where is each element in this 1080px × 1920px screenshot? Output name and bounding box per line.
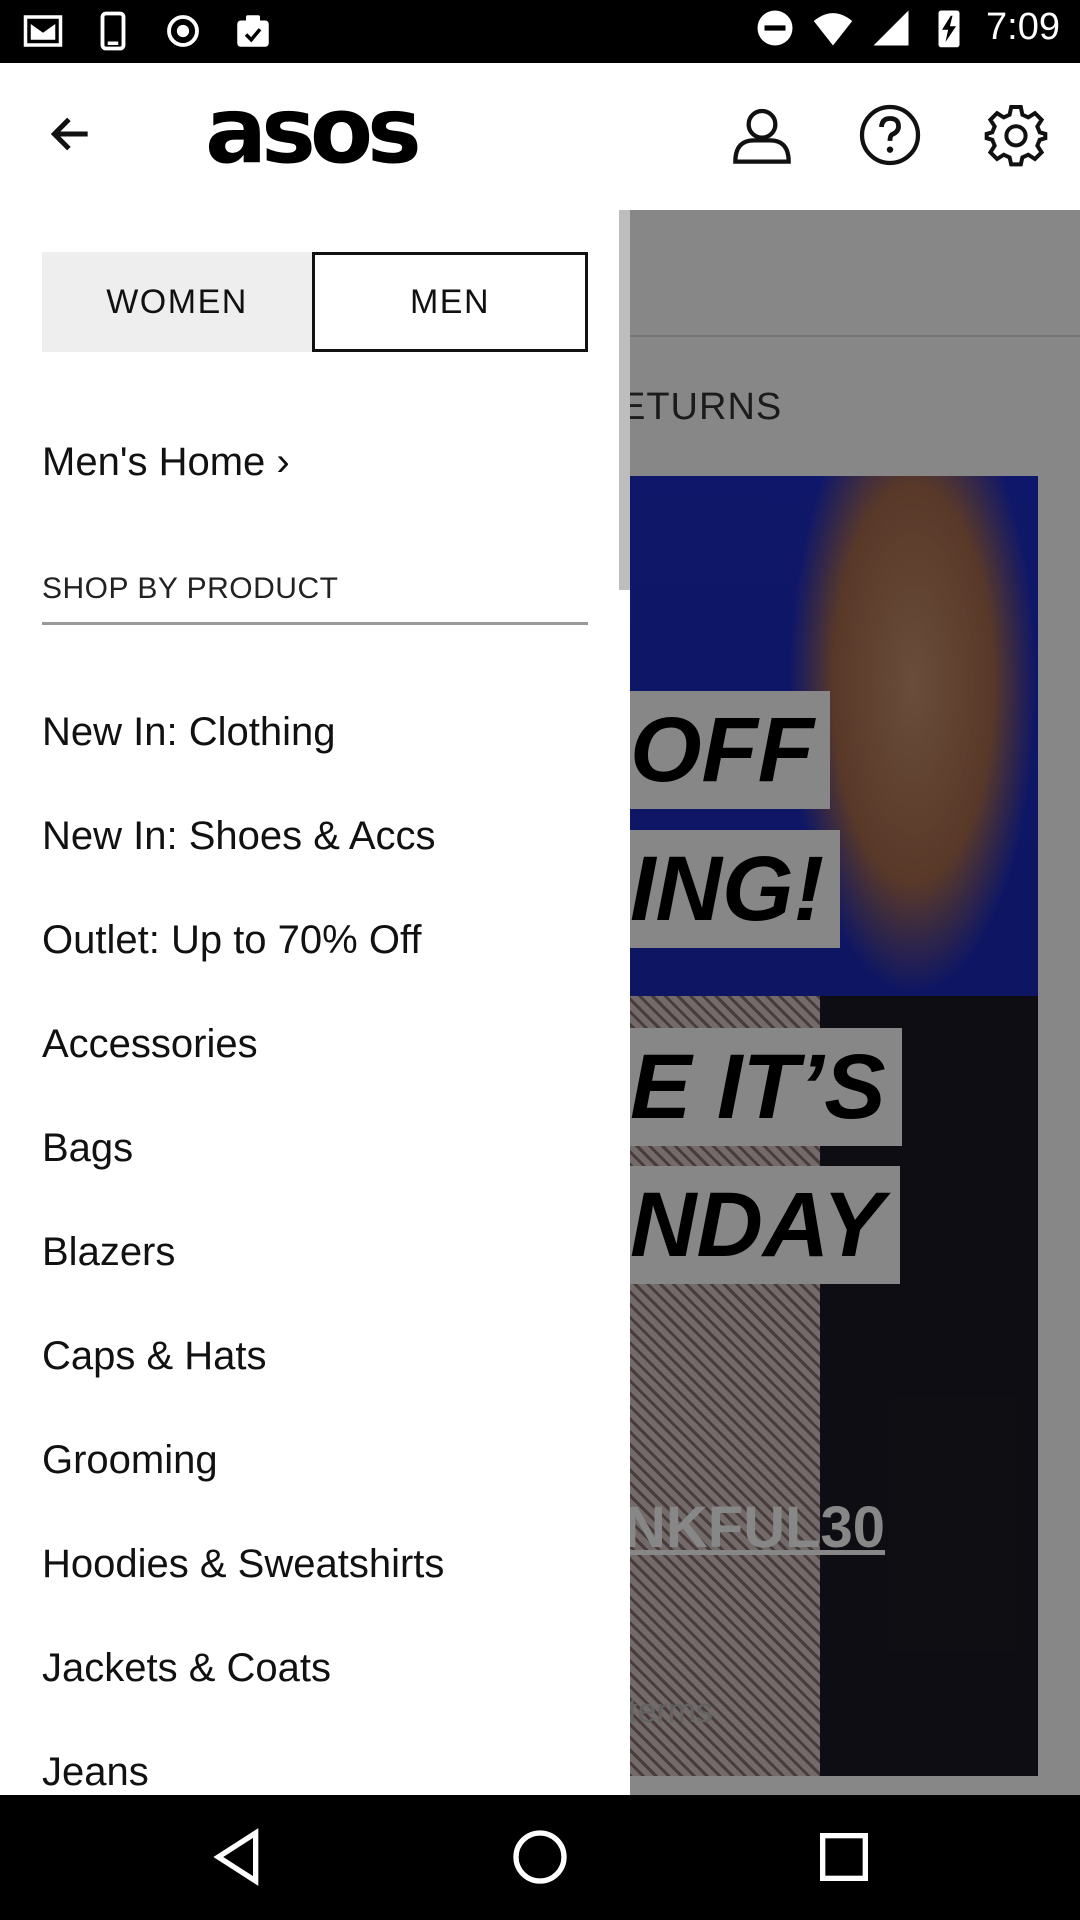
clock: 7:09 xyxy=(986,6,1060,48)
clipboard-icon xyxy=(237,15,269,47)
category-label: Hoodies & Sweatshirts xyxy=(42,1541,445,1586)
category-label: Bags xyxy=(42,1125,134,1170)
category-label: Caps & Hats xyxy=(42,1333,267,1378)
category-label: Jeans xyxy=(42,1749,149,1794)
category-label: Grooming xyxy=(42,1437,218,1482)
settings-icon[interactable] xyxy=(984,103,1048,167)
category-item-hoodies-sweatshirts[interactable]: Hoodies & Sweatshirts xyxy=(42,1512,602,1616)
category-list: New In: Clothing New In: Shoes & Accs Ou… xyxy=(42,680,602,1824)
gmail-icon xyxy=(23,15,63,47)
category-label: Accessories xyxy=(42,1021,258,1066)
system-icons: 7:09 xyxy=(754,6,1060,49)
battery-charging-icon xyxy=(938,10,960,47)
signal-icon xyxy=(873,10,909,45)
recents-square-icon[interactable] xyxy=(812,1825,876,1889)
category-item-outlet[interactable]: Outlet: Up to 70% Off xyxy=(42,888,602,992)
drawer-scrollbar[interactable] xyxy=(619,210,630,590)
category-label: Outlet: Up to 70% Off xyxy=(42,917,422,962)
category-item-blazers[interactable]: Blazers xyxy=(42,1200,602,1304)
home-circle-icon[interactable] xyxy=(508,1825,572,1889)
category-item-jackets-coats[interactable]: Jackets & Coats xyxy=(42,1616,602,1720)
app-header: asos xyxy=(0,63,1080,210)
back-arrow-icon[interactable] xyxy=(46,109,96,159)
category-label: Blazers xyxy=(42,1229,176,1274)
section-title: SHOP BY PRODUCT xyxy=(42,572,339,605)
asos-logo[interactable]: asos xyxy=(205,85,422,177)
gender-toggle: WOMEN MEN xyxy=(42,252,588,352)
category-item-accessories[interactable]: Accessories xyxy=(42,992,602,1096)
navigation-drawer: WOMEN MEN Men's Home › SHOP BY PRODUCT N… xyxy=(0,210,630,1795)
account-icon[interactable] xyxy=(730,103,794,167)
drawer-scrim[interactable] xyxy=(620,210,1080,1795)
section-divider xyxy=(42,622,588,625)
category-item-new-in-clothing[interactable]: New In: Clothing xyxy=(42,680,602,784)
record-icon xyxy=(167,15,199,47)
back-triangle-icon[interactable] xyxy=(205,1825,269,1889)
tab-men[interactable]: MEN xyxy=(312,252,588,352)
status-bar: 7:09 xyxy=(0,0,1080,63)
do-not-disturb-icon xyxy=(757,10,793,45)
system-nav-bar xyxy=(0,1795,1080,1920)
category-item-grooming[interactable]: Grooming xyxy=(42,1408,602,1512)
mens-home-link[interactable]: Men's Home › xyxy=(42,440,290,485)
category-item-bags[interactable]: Bags xyxy=(42,1096,602,1200)
category-label: New In: Clothing xyxy=(42,709,336,754)
help-icon[interactable] xyxy=(858,103,922,167)
tab-women[interactable]: WOMEN xyxy=(42,252,312,352)
category-item-caps-hats[interactable]: Caps & Hats xyxy=(42,1304,602,1408)
category-label: New In: Shoes & Accs xyxy=(42,813,436,858)
notification-icons xyxy=(22,10,274,52)
wifi-icon xyxy=(813,12,853,45)
category-item-new-in-shoes-accs[interactable]: New In: Shoes & Accs xyxy=(42,784,602,888)
category-label: Jackets & Coats xyxy=(42,1645,332,1690)
phone-icon xyxy=(100,11,126,51)
